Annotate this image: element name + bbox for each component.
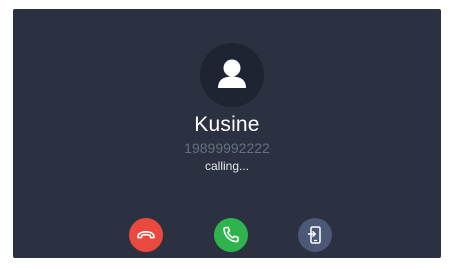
contact-name: Kusine <box>194 113 260 136</box>
device-frame: Kusine 19899992222 calling... <box>0 0 452 269</box>
answer-button[interactable] <box>214 218 248 252</box>
phone-hangup-icon <box>129 218 163 252</box>
contact-avatar <box>200 43 264 107</box>
incoming-call-screen: Kusine 19899992222 calling... <box>13 9 441 258</box>
person-icon <box>218 59 246 88</box>
phone-number: 19899992222 <box>184 140 270 156</box>
transfer-to-device-icon <box>298 218 332 252</box>
hangup-button[interactable] <box>129 218 163 252</box>
transfer-button[interactable] <box>298 218 332 252</box>
phone-answer-icon <box>214 218 248 252</box>
call-status: calling... <box>204 159 250 173</box>
